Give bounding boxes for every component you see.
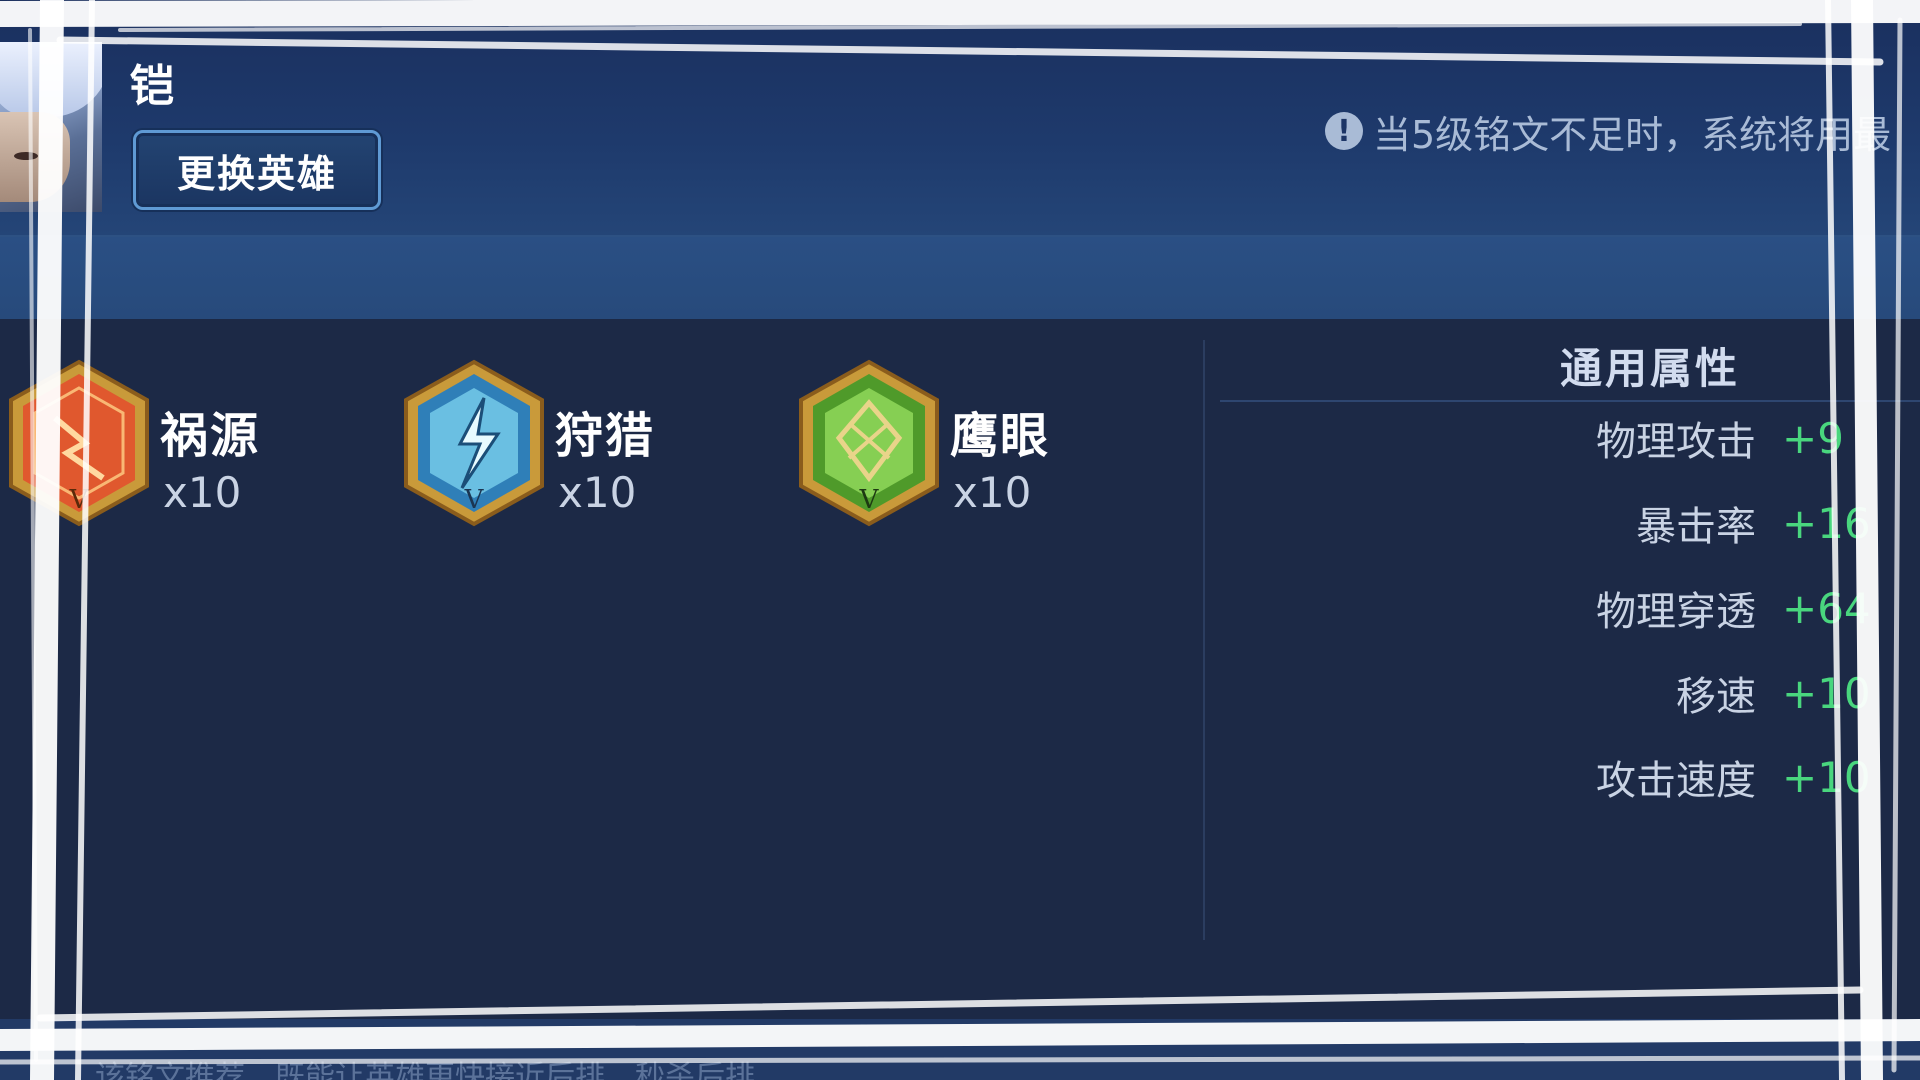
stat-label: 暴击率 (1636, 504, 1756, 550)
inscription-item[interactable]: V 狩猎 x10 (400, 358, 760, 528)
info-icon: ! (1325, 112, 1363, 150)
inscription-count: x10 (163, 468, 242, 517)
panel-divider (1203, 340, 1205, 940)
tab-band (0, 237, 1920, 319)
hero-name: 铠 (130, 61, 174, 112)
green-rune-icon: V (799, 359, 939, 527)
avatar-eye (14, 152, 38, 160)
stat-label: 物理穿透 (1596, 589, 1756, 635)
stat-label: 攻击速度 (1596, 758, 1756, 804)
stat-label: 移速 (1676, 674, 1756, 720)
stat-row: 暴击率 +16 (1500, 493, 1920, 553)
notice-bar: ! 当5级铭文不足时，系统将用最 (1325, 106, 1920, 156)
stat-row: 移速 +10 (1500, 663, 1920, 723)
stat-row: 攻击速度 +10 (1500, 747, 1920, 807)
stats-divider (1220, 400, 1920, 402)
stat-value: +10 (1782, 752, 1871, 802)
stat-label: 物理攻击 (1596, 419, 1756, 465)
red-rune-icon: V (9, 359, 149, 527)
avatar-hair (0, 42, 102, 117)
inscription-name: 鹰眼 (950, 408, 1051, 464)
svg-text:V: V (464, 485, 485, 515)
stat-value: +9 (1782, 413, 1844, 463)
inscription-count: x10 (558, 468, 637, 517)
inscription-item[interactable]: V 祸源 x10 (5, 358, 365, 528)
inscription-page: 该铭文推荐，既能让英雄更快接近后排，秒杀后排 铠 更换英雄 ! 当5级铭文不足时… (0, 0, 1920, 1080)
inscription-item[interactable]: V 鹰眼 x10 (795, 358, 1155, 528)
hero-avatar[interactable] (0, 42, 102, 212)
svg-text:V: V (69, 485, 90, 515)
stat-row: 物理攻击 +9 (1500, 408, 1920, 468)
blue-rune-icon: V (404, 359, 544, 527)
change-hero-button[interactable]: 更换英雄 (133, 130, 381, 210)
stat-value: +16 (1782, 498, 1871, 548)
inscription-name: 狩猎 (555, 408, 656, 464)
inscription-name: 祸源 (160, 408, 261, 464)
stat-row: 物理穿透 +64 (1500, 578, 1920, 638)
svg-text:V: V (859, 485, 880, 515)
footer-tip: 该铭文推荐，既能让英雄更快接近后排，秒杀后排 (95, 1060, 755, 1080)
inscription-count: x10 (953, 468, 1032, 517)
stats-title: 通用属性 (1560, 344, 1741, 393)
notice-text: 当5级铭文不足时，系统将用最 (1373, 112, 1892, 157)
stat-value: +10 (1782, 668, 1871, 718)
stat-value: +64 (1782, 583, 1871, 633)
